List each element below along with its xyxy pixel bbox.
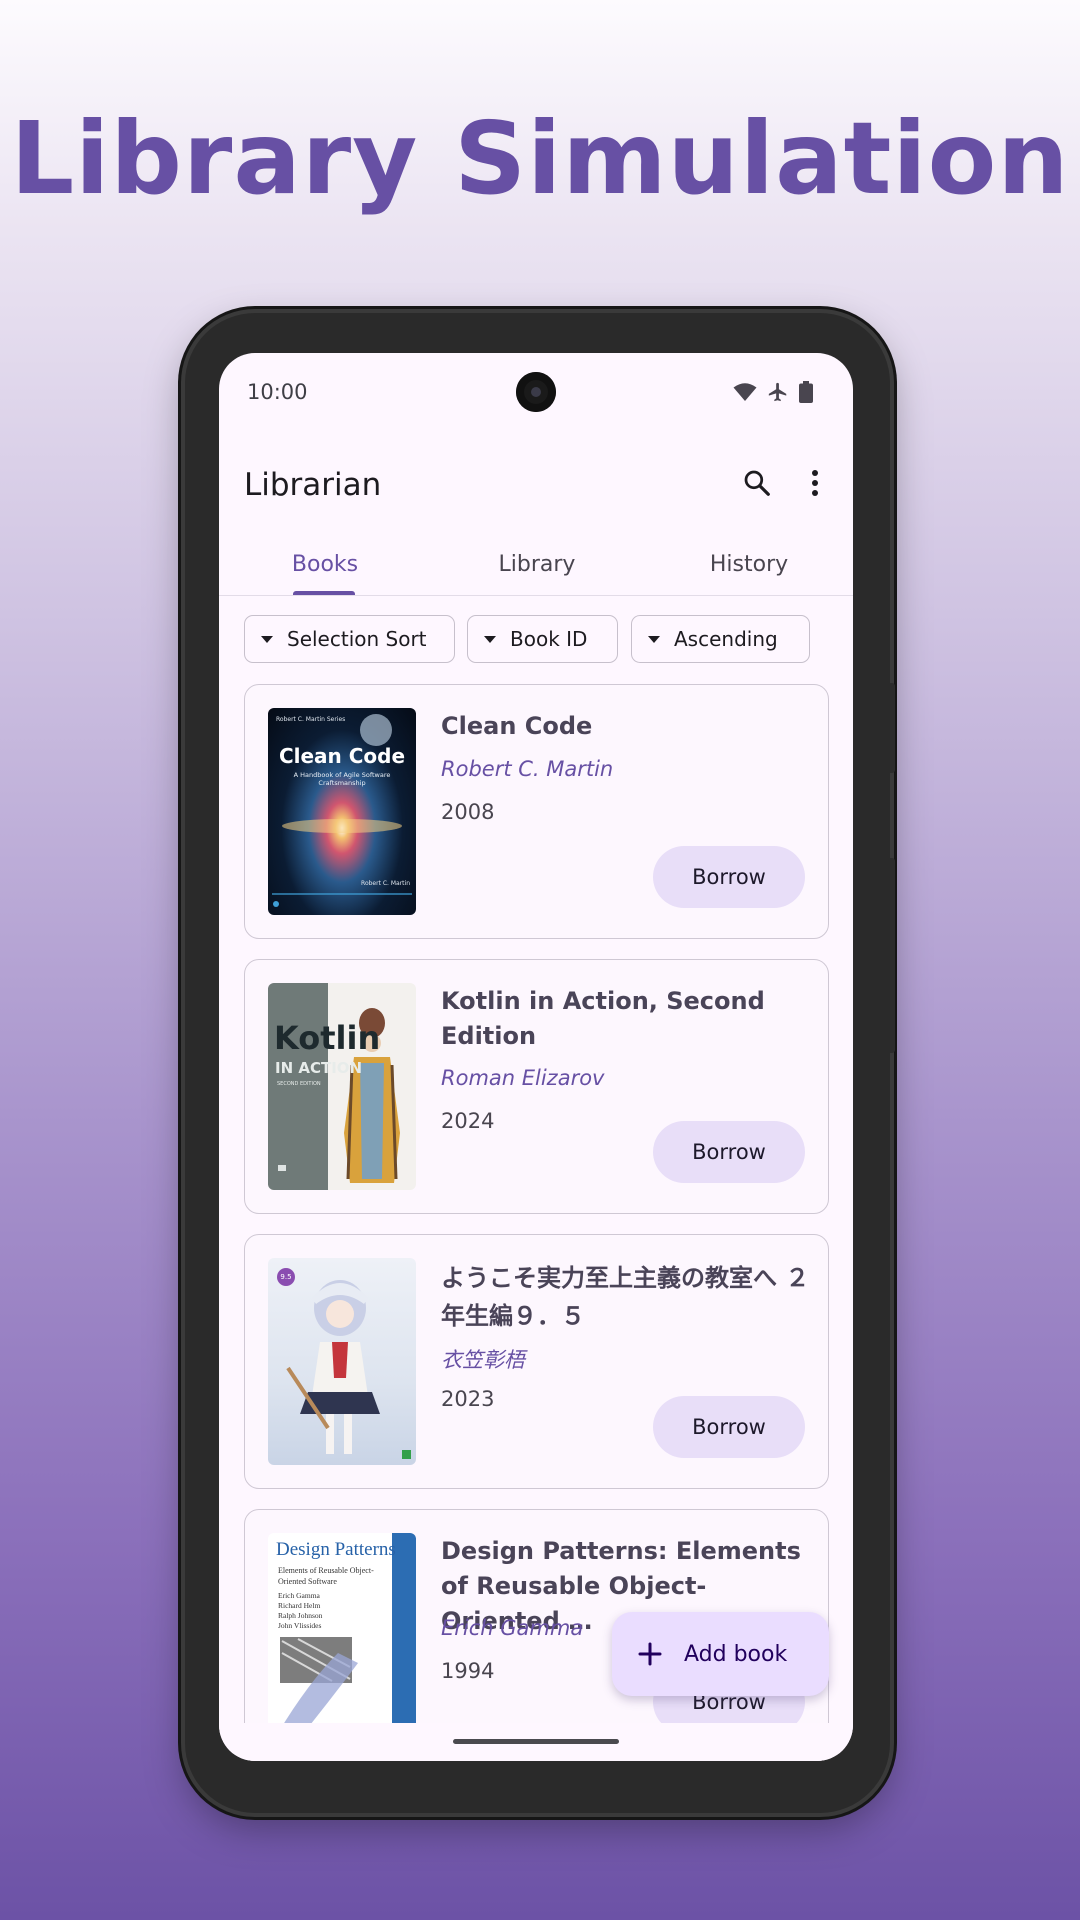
tab-indicator: [293, 591, 355, 595]
cover-title: Kotlin: [274, 1019, 381, 1057]
airplane-icon: [767, 381, 789, 403]
book-year: 2008: [441, 800, 495, 824]
top-app-bar: Librarian: [219, 433, 853, 543]
battery-icon: [799, 381, 813, 403]
borrow-button[interactable]: Borrow: [653, 1396, 805, 1458]
cover-subtitle: Elements of Reusable Object-Oriented Sof…: [278, 1566, 374, 1586]
book-title: Kotlin in Action, Second Edition: [441, 987, 765, 1050]
book-year: 2023: [441, 1387, 495, 1411]
book-author: Erich Gamma: [441, 1616, 584, 1640]
cover-subtitle: IN ACTION: [275, 1059, 363, 1077]
arrow-drop-down-icon: [648, 635, 660, 643]
borrow-button[interactable]: Borrow: [653, 846, 805, 908]
tab-library[interactable]: Library: [431, 533, 643, 595]
headline: Library Simulation: [10, 100, 1070, 217]
search-button[interactable]: [733, 459, 781, 507]
status-time: 10:00: [247, 380, 308, 404]
add-book-fab[interactable]: Add book: [612, 1612, 829, 1696]
book-author: Roman Elizarov: [441, 1066, 605, 1090]
book-cover-image: 9.5: [268, 1258, 416, 1465]
book-cover-image: Robert C. Martin Series Clean Code A Han…: [268, 708, 416, 915]
cover-series: Robert C. Martin Series: [276, 716, 346, 723]
arrow-drop-down-icon: [484, 635, 496, 643]
tab-books[interactable]: Books: [219, 533, 431, 595]
tab-history[interactable]: History: [643, 533, 853, 595]
arrow-drop-down-icon: [261, 635, 273, 643]
book-title: Clean Code: [441, 712, 593, 740]
cover-subtitle: A Handbook of Agile Software Craftsmansh…: [293, 771, 391, 787]
status-bar: 10:00: [219, 353, 853, 433]
book-card[interactable]: Robert C. Martin Series Clean Code A Han…: [244, 684, 829, 939]
cover-author: Robert C. Martin: [361, 880, 410, 887]
chip-label: Ascending: [674, 627, 778, 651]
chip-label: Selection Sort: [287, 627, 427, 651]
book-card[interactable]: Kotlin IN ACTION SECOND EDITION Kotlin i…: [244, 959, 829, 1214]
book-author: 衣笠彰梧: [441, 1348, 525, 1372]
cover-title: Clean Code: [278, 744, 406, 768]
screen: 10:00 Librarian Books Library History Se…: [219, 353, 853, 1761]
book-card[interactable]: 9.5 ようこそ実力至上主義の教室へ ２年生編９．５ 衣笠彰梧 2023 Bor…: [244, 1234, 829, 1489]
book-title: ようこそ実力至上主義の教室へ ２年生編９．５: [441, 1264, 810, 1330]
chip-label: Book ID: [510, 627, 588, 651]
borrow-button[interactable]: Borrow: [653, 1121, 805, 1183]
cover-authors: Erich Gamma Richard Helm Ralph Johnson J…: [278, 1591, 323, 1630]
power-button: [890, 683, 895, 773]
tab-row: Books Library History: [219, 533, 853, 596]
fab-label: Add book: [684, 1641, 788, 1667]
wifi-icon: [733, 382, 757, 402]
cover-volume-badge: 9.5: [277, 1268, 295, 1286]
add-icon: [638, 1642, 684, 1666]
front-camera: [516, 372, 556, 412]
sort-order-chip[interactable]: Ascending: [631, 615, 810, 663]
book-cover-image: Kotlin IN ACTION SECOND EDITION: [268, 983, 416, 1190]
volume-button: [890, 858, 895, 1053]
book-year: 1994: [441, 1659, 495, 1683]
cover-edition: SECOND EDITION: [277, 1081, 321, 1087]
sort-algorithm-chip[interactable]: Selection Sort: [244, 615, 455, 663]
app-title: Librarian: [244, 467, 382, 503]
book-year: 2024: [441, 1109, 495, 1133]
sort-field-chip[interactable]: Book ID: [467, 615, 618, 663]
status-icons: [733, 381, 813, 403]
phone-frame: 10:00 Librarian Books Library History Se…: [185, 313, 895, 1813]
book-cover-image: Design Patterns Elements of Reusable Obj…: [268, 1533, 416, 1740]
more-options-button[interactable]: [791, 459, 839, 507]
more-vert-icon: [810, 468, 820, 498]
cover-title: Design Patterns: [276, 1539, 396, 1560]
home-indicator[interactable]: [453, 1739, 619, 1744]
book-author: Robert C. Martin: [441, 757, 614, 781]
search-icon: [742, 468, 772, 498]
